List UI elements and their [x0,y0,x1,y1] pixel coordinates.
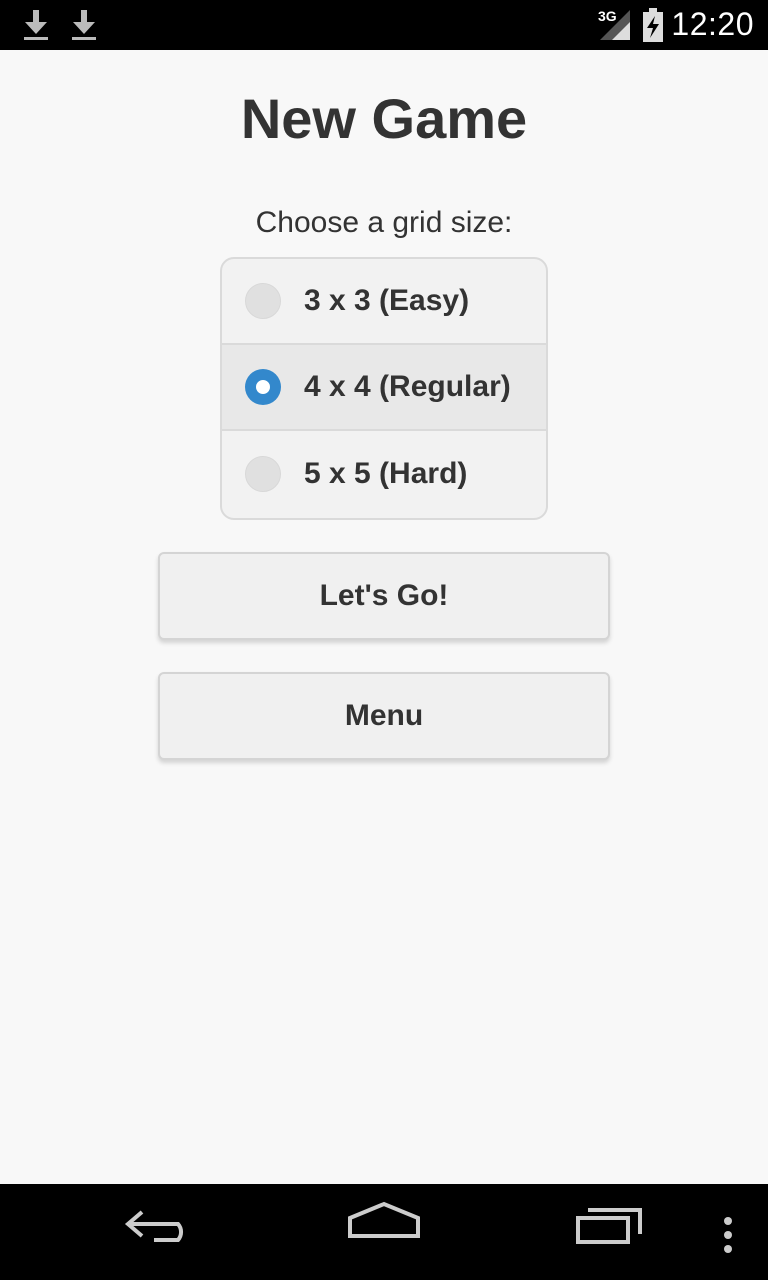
grid-size-prompt: Choose a grid size: [255,206,513,239]
page-title: New Game [240,87,528,150]
download-icon [72,10,96,40]
radio-button-icon[interactable] [245,283,281,319]
grid-option-label: 3 x 3 (Easy) [304,284,470,317]
radio-button-selected-icon[interactable] [245,369,281,405]
radio-button-icon[interactable] [245,456,281,492]
download-icon [24,10,48,40]
grid-option-4x4[interactable]: 4 x 4 (Regular) [222,345,546,431]
home-icon[interactable] [346,1200,422,1240]
signal-icon [600,10,630,40]
lets-go-button[interactable]: Let's Go! [158,552,610,640]
overflow-menu-icon[interactable] [720,1216,736,1256]
back-icon[interactable] [124,1204,196,1244]
status-bar: 3G 12:20 [0,0,768,50]
grid-option-3x3[interactable]: 3 x 3 (Easy) [222,259,546,345]
grid-option-5x5[interactable]: 5 x 5 (Hard) [222,431,546,517]
clock: 12:20 [671,6,754,42]
recent-apps-icon[interactable] [574,1202,646,1246]
navigation-bar [0,1184,768,1280]
battery-icon [643,8,663,42]
grid-option-label: 5 x 5 (Hard) [304,457,468,490]
grid-size-radio-group: 3 x 3 (Easy) 4 x 4 (Regular) 5 x 5 (Hard… [220,257,548,520]
menu-button[interactable]: Menu [158,672,610,760]
grid-option-label: 4 x 4 (Regular) [304,370,511,403]
